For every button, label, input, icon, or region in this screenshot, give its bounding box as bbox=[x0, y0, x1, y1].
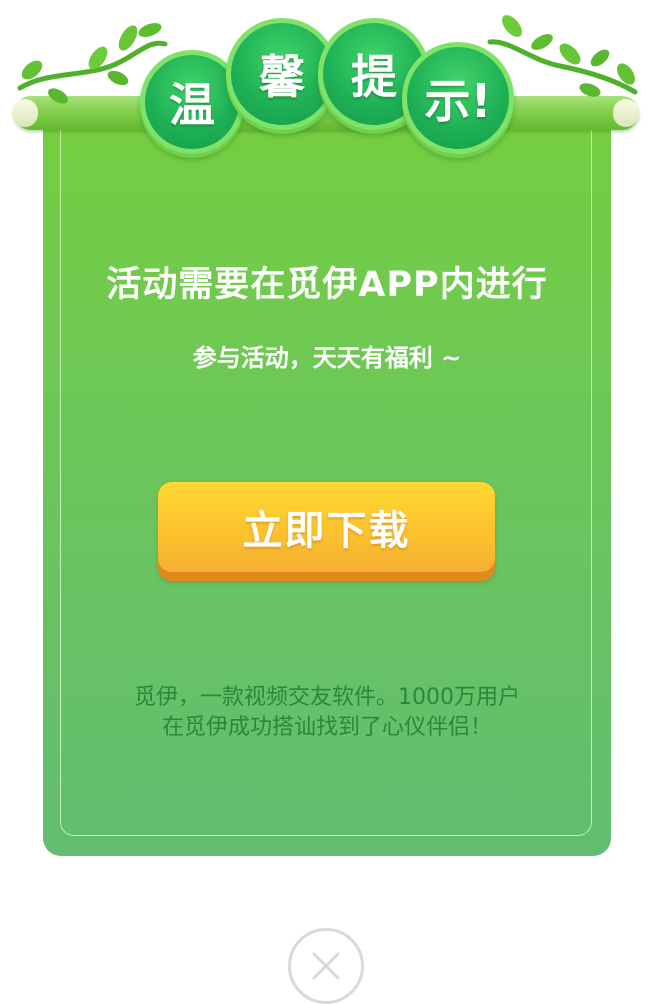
close-icon bbox=[312, 952, 340, 980]
download-now-button[interactable]: 立即下载 bbox=[158, 482, 495, 581]
close-button[interactable] bbox=[288, 928, 364, 1004]
subline-text: 参与活动，天天有福利 ~ bbox=[192, 344, 462, 372]
title-char-4: 示! bbox=[402, 42, 514, 154]
description-line-1: 觅伊，一款视频交友软件。1000万用户 bbox=[134, 685, 520, 710]
download-button-face[interactable]: 立即下载 bbox=[158, 482, 495, 572]
promo-dialog: 温 馨 提 示! 活动需要在觅伊APP内进行 参与活动，天天有福利 ~ 立即下载… bbox=[0, 0, 653, 1004]
headline-text: 活动需要在觅伊APP内进行 bbox=[106, 265, 548, 305]
download-button-label: 立即下载 bbox=[242, 508, 411, 554]
dialog-card bbox=[43, 104, 611, 856]
description-line-2: 在觅伊成功搭讪找到了心仪伴侣！ bbox=[161, 715, 492, 740]
